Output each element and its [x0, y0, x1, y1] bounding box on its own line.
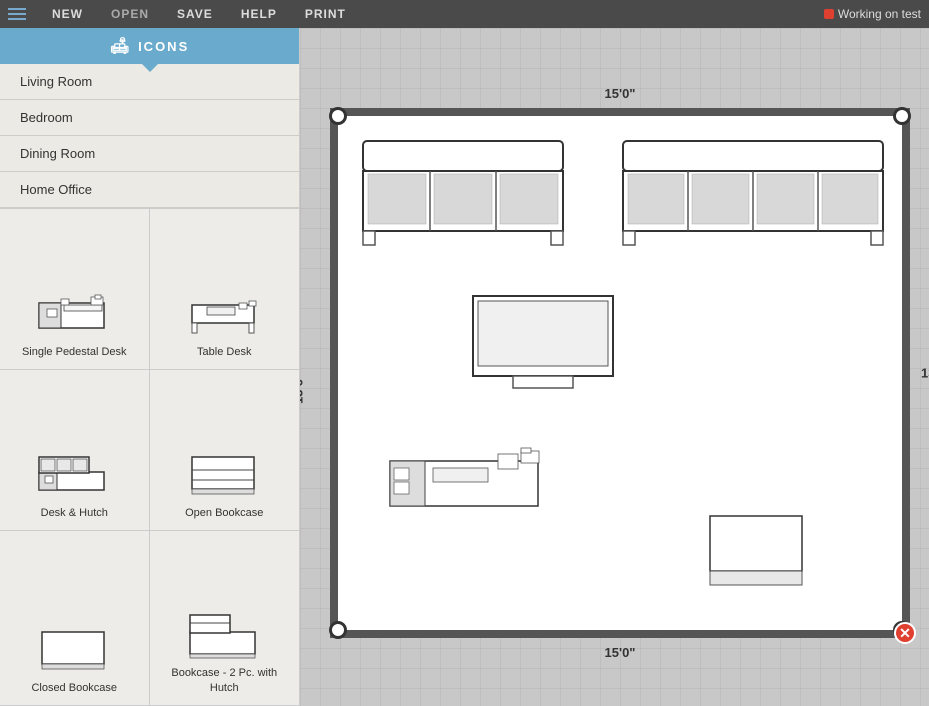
status-badge: Working on test [824, 7, 921, 21]
category-label: Bedroom [20, 110, 73, 125]
category-label: Dining Room [20, 146, 95, 161]
desk-hutch-icon [34, 450, 114, 500]
closed-bookcase-icon [34, 625, 114, 675]
small-furniture-item[interactable] [708, 511, 808, 591]
icon-closed-bookcase[interactable]: Closed Bookcase [0, 531, 150, 706]
category-label: Home Office [20, 182, 92, 197]
icon-desk-hutch[interactable]: Desk & Hutch [0, 370, 150, 531]
open-bookcase-icon [184, 450, 264, 500]
icon-open-bookcase[interactable]: Open Bookcase [150, 370, 300, 531]
new-button[interactable]: NEW [46, 5, 89, 23]
dim-right-label: 13'6" [921, 366, 929, 381]
main-layout: 🛋 ICONS Living Room Bedroom Dining Room … [0, 28, 929, 706]
status-dot-icon [824, 9, 834, 19]
bookcase-2pc-hutch-icon [184, 610, 264, 660]
save-button[interactable]: SAVE [171, 5, 219, 23]
icons-tab-label: ICONS [138, 39, 189, 54]
status-text: Working on test [838, 7, 921, 21]
sofa-left[interactable] [358, 136, 568, 251]
icon-label-open-bookcase: Open Bookcase [185, 506, 263, 520]
icon-grid: Single Pedestal Desk Table Desk [0, 208, 299, 706]
sidebar: 🛋 ICONS Living Room Bedroom Dining Room … [0, 28, 300, 706]
category-label: Living Room [20, 74, 92, 89]
dim-bottom-label: 15'0" [605, 645, 636, 660]
dim-top-label: 15'0" [605, 86, 636, 101]
category-dining-room[interactable]: Dining Room [0, 136, 299, 172]
tv-monitor[interactable] [468, 291, 618, 391]
corner-handle-tr[interactable] [893, 107, 911, 125]
icons-tab[interactable]: 🛋 ICONS [0, 28, 299, 64]
icon-label-single-pedestal-desk: Single Pedestal Desk [22, 345, 127, 359]
category-bedroom[interactable]: Bedroom [0, 100, 299, 136]
menu-icon[interactable] [8, 8, 26, 20]
delete-button[interactable]: ✕ [894, 622, 916, 644]
icon-label-bookcase-2pc-hutch: Bookcase - 2 Pc. with Hutch [158, 666, 292, 695]
single-pedestal-desk-icon [34, 289, 114, 339]
category-home-office[interactable]: Home Office [0, 172, 299, 208]
icon-bookcase-2pc-hutch[interactable]: Bookcase - 2 Pc. with Hutch [150, 531, 300, 706]
sofa-right[interactable] [618, 136, 888, 251]
desk-item[interactable] [388, 446, 548, 526]
icon-label-closed-bookcase: Closed Bookcase [31, 681, 117, 695]
help-button[interactable]: HELP [235, 5, 283, 23]
open-button[interactable]: OPEN [105, 5, 155, 23]
icons-tab-icon: 🛋 [110, 36, 132, 56]
print-button[interactable]: PRINT [299, 5, 352, 23]
icon-single-pedestal-desk[interactable]: Single Pedestal Desk [0, 209, 150, 370]
canvas-area[interactable]: 15'0" 15'0" 13'6" 13'6" [300, 28, 929, 706]
table-desk-icon [184, 289, 264, 339]
corner-handle-tl[interactable] [329, 107, 347, 125]
icon-table-desk[interactable]: Table Desk [150, 209, 300, 370]
room[interactable]: 15'0" 15'0" 13'6" 13'6" [330, 108, 910, 638]
dim-left-label: 13'6" [300, 373, 306, 404]
icon-label-desk-hutch: Desk & Hutch [41, 506, 108, 520]
toolbar: NEW OPEN SAVE HELP PRINT Working on test [0, 0, 929, 28]
icon-label-table-desk: Table Desk [197, 345, 251, 359]
corner-handle-bl[interactable] [329, 621, 347, 639]
